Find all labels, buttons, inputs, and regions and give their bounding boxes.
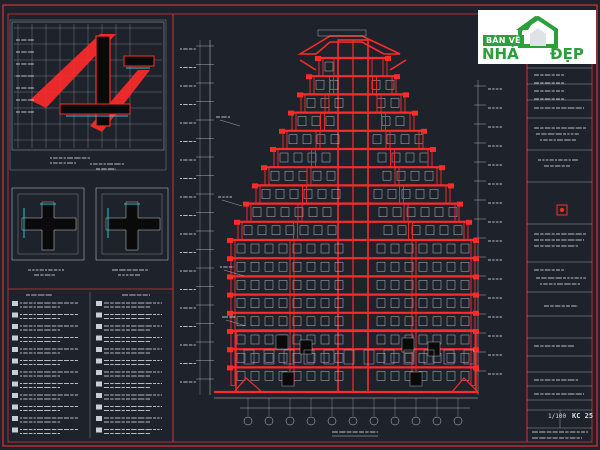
logo-word-dep: ĐẸP bbox=[550, 45, 584, 63]
dark-opening bbox=[409, 371, 423, 387]
note-bullet bbox=[12, 301, 18, 306]
beam-end bbox=[473, 256, 479, 262]
note-bullet bbox=[12, 358, 18, 364]
beam-end bbox=[270, 147, 276, 152]
note-bullet bbox=[12, 381, 18, 387]
beam-end bbox=[227, 365, 233, 371]
brand-logo: BẢN VẼ NHÀ ĐẸP bbox=[478, 10, 596, 64]
note-bullet bbox=[96, 312, 102, 318]
beam-end bbox=[421, 128, 427, 134]
beam-end bbox=[243, 201, 249, 207]
beam-end bbox=[252, 183, 258, 189]
beam-end bbox=[227, 238, 233, 243]
beam-end bbox=[430, 147, 436, 152]
note-bullet bbox=[12, 416, 18, 421]
beam-end bbox=[261, 165, 267, 171]
beam-end bbox=[457, 201, 463, 207]
dark-opening bbox=[299, 339, 313, 355]
note-bullet bbox=[12, 312, 18, 318]
note-bullet bbox=[12, 347, 18, 352]
note-bullet bbox=[96, 370, 102, 375]
beam-end bbox=[227, 329, 233, 334]
floor-slab bbox=[123, 55, 155, 67]
beam-end bbox=[288, 110, 294, 116]
note-bullet bbox=[96, 324, 102, 329]
note-bullet bbox=[96, 347, 102, 352]
beam-end bbox=[473, 274, 479, 280]
note-bullet bbox=[96, 335, 102, 341]
beam-end bbox=[227, 274, 233, 280]
note-bullet bbox=[96, 416, 102, 421]
beam-end bbox=[227, 256, 233, 262]
beam-end bbox=[473, 310, 479, 316]
beam-end bbox=[403, 92, 409, 98]
scale-text: 1/100 bbox=[548, 413, 566, 420]
sheet-number: KC 25 bbox=[572, 412, 593, 420]
logo-word-nha: NHÀ bbox=[482, 45, 519, 63]
beam-end bbox=[227, 292, 233, 298]
beam-end bbox=[315, 56, 321, 61]
landing-slab bbox=[59, 103, 131, 115]
beam-end bbox=[448, 183, 454, 189]
beam-end bbox=[306, 74, 312, 80]
note-bullet bbox=[12, 427, 18, 433]
beam-end bbox=[297, 92, 303, 98]
beam-end bbox=[385, 56, 391, 61]
note-bullet bbox=[12, 404, 18, 410]
beam-end bbox=[227, 347, 233, 353]
dark-opening bbox=[281, 371, 295, 387]
note-bullet bbox=[12, 370, 18, 375]
beam-end bbox=[473, 238, 479, 243]
note-bullet bbox=[12, 335, 18, 341]
note-bullet bbox=[96, 393, 102, 398]
cad-drawing-canvas[interactable]: 1/100 KC 25 bbox=[0, 0, 600, 450]
note-bullet bbox=[12, 324, 18, 329]
beam-end bbox=[473, 292, 479, 298]
note-bullet bbox=[96, 404, 102, 410]
beam-end bbox=[279, 128, 285, 134]
beam-end bbox=[412, 110, 418, 116]
note-bullet bbox=[96, 381, 102, 387]
note-bullet bbox=[12, 393, 18, 398]
beam-end bbox=[466, 219, 472, 225]
dark-opening bbox=[275, 334, 289, 350]
note-bullet bbox=[96, 301, 102, 306]
beam-end bbox=[227, 310, 233, 316]
seal-stamp-dot bbox=[560, 208, 564, 212]
note-bullet bbox=[96, 358, 102, 364]
beam-end bbox=[234, 219, 240, 225]
beam-end bbox=[439, 165, 445, 171]
beam-end bbox=[394, 74, 400, 80]
note-bullet bbox=[96, 427, 102, 433]
